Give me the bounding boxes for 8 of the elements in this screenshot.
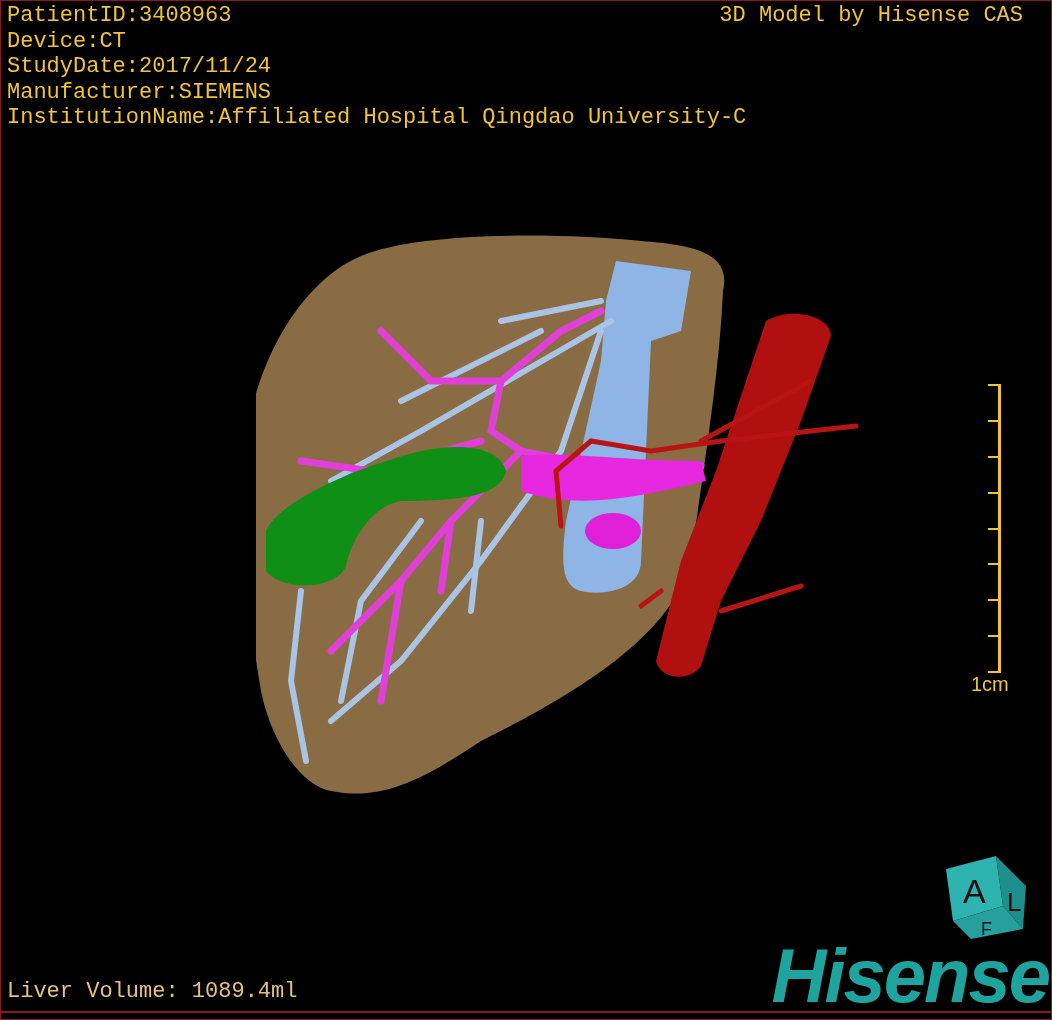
model-credit: 3D Model by Hisense CAS <box>719 3 1023 29</box>
info-line: InstitutionName:Affiliated Hospital Qingdao University-C <box>7 105 747 131</box>
info-line: Device:CT <box>7 28 126 54</box>
info-line: PatientID:3408963 <box>7 3 232 29</box>
scale-label: 1cm <box>971 672 1009 696</box>
liver-volume: Liver Volume: 1089.4ml <box>7 979 298 1005</box>
info-line: Manufacturer:SIEMENS <box>7 79 272 105</box>
info-line: StudyDate:2017/11/24 <box>7 54 272 80</box>
